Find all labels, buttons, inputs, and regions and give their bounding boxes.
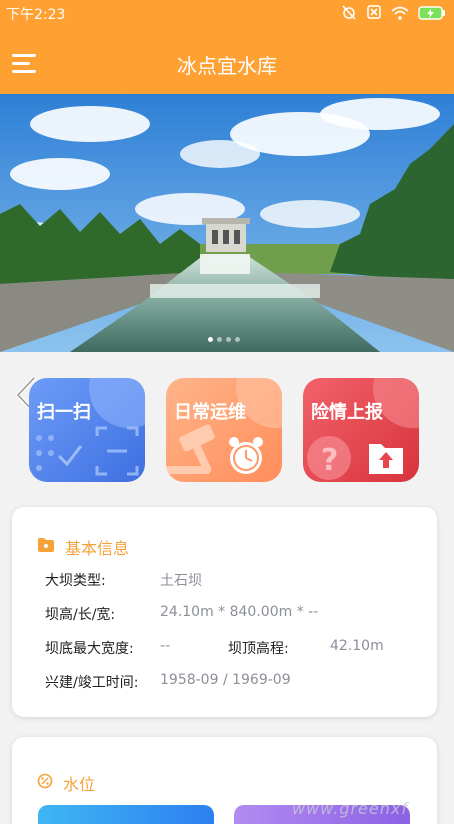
base-width-value: -- <box>160 638 171 654</box>
basic-info-title: 基本信息 <box>65 539 130 558</box>
carousel-dot[interactable] <box>208 337 213 342</box>
daily-maintenance-button[interactable]: 日常运维 <box>166 378 282 482</box>
dam-type-label: 大坝类型: <box>45 573 106 589</box>
dam-type-value: 土石坝 <box>160 573 202 589</box>
banner-carousel[interactable] <box>0 94 454 352</box>
water-level-header: 水位 <box>37 771 95 795</box>
dimensions-value: 24.10m * 840.00m * -- <box>160 604 319 620</box>
watermark-text: www.greenxf <box>292 799 408 818</box>
maintenance-icon <box>166 378 282 474</box>
folder-icon <box>37 537 55 557</box>
hazard-report-button[interactable]: ? 险情上报 <box>303 378 419 482</box>
status-icons <box>341 4 446 24</box>
sim-blocked-icon <box>366 4 382 24</box>
dam-type-row: 大坝类型: 土石坝 <box>45 570 202 590</box>
width-elevation-row: 坝底最大宽度: -- 坝顶高程: 42.10m <box>45 638 384 658</box>
battery-charging-icon <box>418 5 446 24</box>
wifi-icon <box>391 5 409 24</box>
status-bar: 下午2:23 <box>0 0 454 26</box>
daily-maintenance-label: 日常运维 <box>174 402 246 423</box>
basic-info-card: 基本信息 大坝类型: 土石坝 坝高/长/宽: 24.10m * 840.00m … <box>12 507 437 717</box>
alarm-off-icon <box>341 4 357 24</box>
quick-actions: 扫一扫 日常运维 ? 险情上报 <box>0 378 454 482</box>
carousel-dot[interactable] <box>217 337 222 342</box>
svg-text:?: ? <box>321 443 338 478</box>
crest-elevation-label: 坝顶高程: <box>228 641 289 657</box>
scan-label: 扫一扫 <box>37 402 91 423</box>
water-level-icon <box>37 773 53 793</box>
hazard-report-label: 险情上报 <box>311 402 383 423</box>
carousel-dot[interactable] <box>235 337 240 342</box>
build-time-value: 1958-09 / 1969-09 <box>160 672 291 688</box>
hazard-report-icon: ? <box>307 378 419 480</box>
scan-button[interactable]: 扫一扫 <box>29 378 145 482</box>
base-width-label: 坝底最大宽度: <box>45 641 134 657</box>
crest-elevation-value: 42.10m <box>330 638 384 654</box>
app-header: 冰点宜水库 <box>0 26 454 94</box>
basic-info-header: 基本信息 <box>37 535 129 559</box>
dimensions-row: 坝高/长/宽: 24.10m * 840.00m * -- <box>45 604 318 624</box>
carousel-dot[interactable] <box>226 337 231 342</box>
status-time: 下午2:23 <box>6 7 66 23</box>
build-time-row: 兴建/竣工时间: 1958-09 / 1969-09 <box>45 672 291 692</box>
page-title: 冰点宜水库 <box>177 54 277 78</box>
dimensions-label: 坝高/长/宽: <box>45 607 116 623</box>
build-time-label: 兴建/竣工时间: <box>45 675 139 691</box>
banner-image <box>0 94 454 352</box>
water-level-title: 水位 <box>63 775 96 794</box>
scan-icon <box>36 378 145 476</box>
carousel-dots <box>208 337 240 342</box>
water-level-tile[interactable] <box>38 805 214 824</box>
